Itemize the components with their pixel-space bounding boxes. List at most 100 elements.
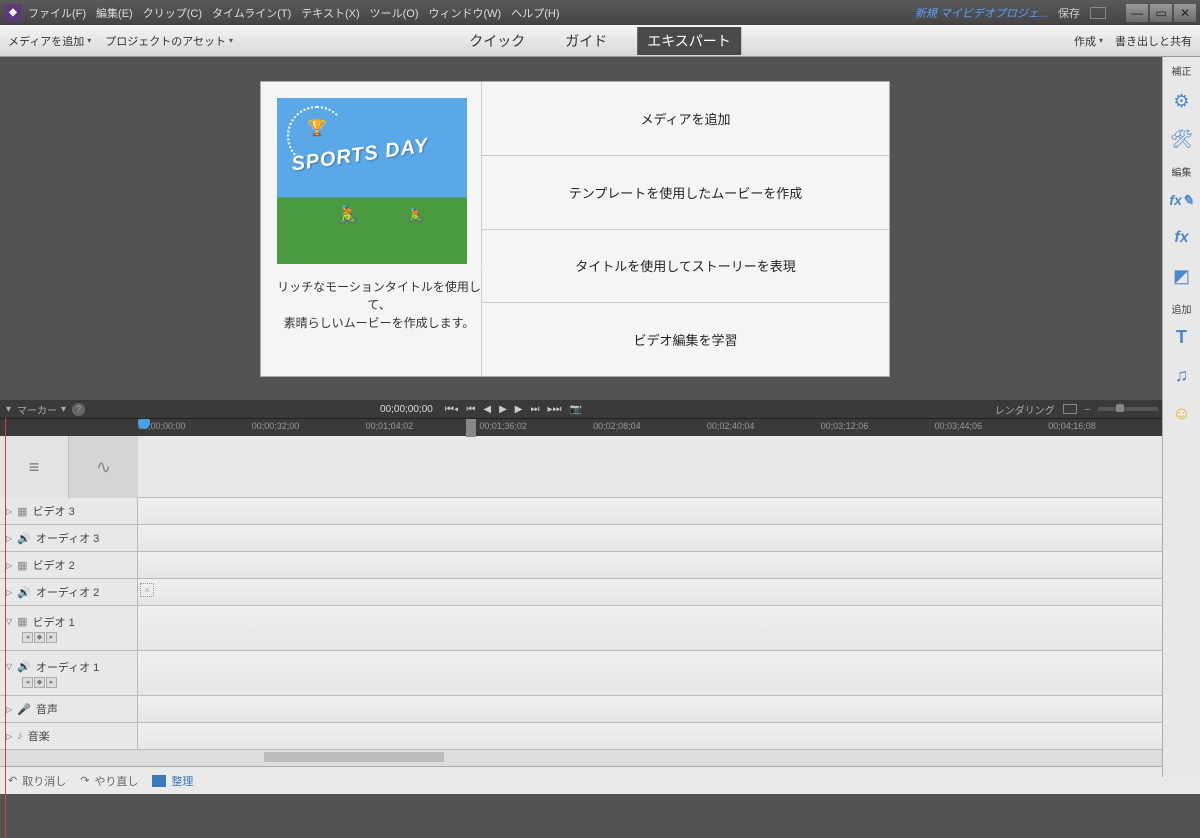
welcome-row-title-story[interactable]: タイトルを使用してストーリーを表現 — [482, 230, 889, 304]
menu-edit[interactable]: 編集(E) — [96, 5, 133, 21]
bike-icon: 🚴 — [407, 207, 424, 224]
expand-icon[interactable]: ▽ — [6, 617, 12, 626]
project-name: 新規 マイビデオプロジェ... — [915, 5, 1048, 21]
track-header[interactable]: ▷🔊オーディオ 2 — [0, 579, 138, 605]
add-media-dropdown[interactable]: メディアを追加 — [8, 33, 91, 49]
timeline-ruler[interactable]: 00;00;00;0000;00;32;0000;01;04;0200;01;3… — [0, 418, 1200, 436]
welcome-row-learn[interactable]: ビデオ編集を学習 — [482, 303, 889, 376]
grid-icon — [152, 775, 166, 787]
export-share-button[interactable]: 書き出しと共有 — [1115, 33, 1192, 49]
hscroll-thumb[interactable] — [264, 752, 444, 762]
mode-guide[interactable]: ガイド — [555, 27, 617, 55]
fx-icon[interactable]: fx — [1169, 225, 1195, 251]
menu-window[interactable]: ウィンドウ(W) — [429, 5, 502, 21]
next-edit-button[interactable]: ⏭ — [530, 404, 539, 415]
menu-tools[interactable]: ツール(O) — [370, 5, 419, 21]
step-back-button[interactable]: ◀ — [483, 404, 491, 415]
track-lane[interactable] — [138, 651, 1162, 695]
track-lane[interactable] — [138, 696, 1162, 722]
welcome-thumbnail: 🏆 SPORTS DAY 🚴 🚴 — [277, 98, 467, 264]
expand-icon[interactable]: ▽ — [6, 662, 12, 671]
expand-icon[interactable]: ▷ — [6, 588, 12, 597]
expand-icon[interactable]: ▷ — [6, 732, 12, 741]
clip-placeholder[interactable]: × — [140, 583, 154, 597]
kf-prev-icon[interactable]: ◂ — [22, 677, 33, 688]
track-row: ▷▦ビデオ 2 — [0, 552, 1162, 579]
kf-prev-icon[interactable]: ◂ — [22, 632, 33, 643]
help-icon[interactable]: ? — [72, 403, 85, 416]
timeline-view-b-button[interactable]: ∿ — [69, 436, 138, 498]
music-icon[interactable]: ♫ — [1169, 362, 1195, 388]
timeline-collapse-icon[interactable]: ▾ — [6, 404, 11, 415]
track-lane[interactable] — [138, 606, 1162, 650]
kf-add-icon[interactable]: ◆ — [34, 632, 45, 643]
timeline-view-a-button[interactable]: ≡ — [0, 436, 69, 498]
wrench-icon[interactable]: 🛠 — [1169, 126, 1195, 152]
close-button[interactable]: ✕ — [1174, 4, 1196, 22]
track-header[interactable]: ▷🎤音声 — [0, 696, 138, 722]
menu-clip[interactable]: クリップ(C) — [143, 5, 202, 21]
ruler-tick: 00;00;32;00 — [252, 421, 300, 431]
expand-icon[interactable]: ▷ — [6, 561, 12, 570]
track-lane[interactable] — [138, 498, 1162, 524]
expand-icon[interactable]: ▷ — [6, 507, 12, 516]
playhead-line — [5, 418, 6, 838]
track-header[interactable]: ▽🔊オーディオ 1◂◆▸ — [0, 651, 138, 695]
titlebar: ◈ ファイル(F) 編集(E) クリップ(C) タイムライン(T) テキスト(X… — [0, 0, 1200, 25]
track-header[interactable]: ▷♪音楽 — [0, 723, 138, 749]
expand-icon[interactable]: ▷ — [6, 705, 12, 714]
zoom-out-icon[interactable]: – — [1085, 404, 1091, 415]
track-header[interactable]: ▷🔊オーディオ 3 — [0, 525, 138, 551]
track-header[interactable]: ▷▦ビデオ 3 — [0, 498, 138, 524]
sliders-icon[interactable]: ⚙ — [1169, 88, 1195, 114]
kf-next-icon[interactable]: ▸ — [46, 677, 57, 688]
welcome-row-add-media[interactable]: メディアを追加 — [482, 82, 889, 156]
welcome-row-template[interactable]: テンプレートを使用したムービーを作成 — [482, 156, 889, 230]
track-type-icon: 🎤 — [17, 703, 31, 716]
track-lane[interactable]: × — [138, 579, 1162, 605]
maximize-button[interactable]: ▭ — [1150, 4, 1172, 22]
prev-edit-button[interactable]: ⏮ — [466, 404, 475, 415]
goto-start-button[interactable]: ⏮◂ — [445, 404, 459, 415]
monitor-icon[interactable] — [1090, 7, 1106, 19]
track-lane[interactable] — [138, 525, 1162, 551]
text-icon[interactable]: T — [1169, 324, 1195, 350]
fx-pen-icon[interactable]: fx✎ — [1169, 187, 1195, 213]
mode-quick[interactable]: クイック — [459, 27, 535, 55]
track-header[interactable]: ▽▦ビデオ 1◂◆▸ — [0, 606, 138, 650]
minimize-button[interactable]: — — [1126, 4, 1148, 22]
smiley-icon[interactable]: ☺ — [1169, 400, 1195, 426]
zoom-slider[interactable] — [1098, 407, 1158, 411]
menu-text[interactable]: テキスト(X) — [301, 5, 359, 21]
create-dropdown[interactable]: 作成 — [1074, 33, 1103, 49]
work-area-marker[interactable] — [466, 419, 476, 437]
ruler-tick: 00;01;04;02 — [366, 421, 414, 431]
track-lane[interactable] — [138, 723, 1162, 749]
kf-next-icon[interactable]: ▸ — [46, 632, 57, 643]
timeline-hscroll[interactable] — [0, 750, 1162, 766]
undo-button[interactable]: ↶ 取り消し — [8, 773, 66, 789]
snapshot-button[interactable]: 📷 — [570, 404, 582, 415]
save-button[interactable]: 保存 — [1058, 5, 1080, 21]
track-type-icon: 🔊 — [17, 532, 31, 545]
markers-dropdown[interactable]: マーカー ▾ — [17, 402, 66, 417]
transitions-icon[interactable]: ◩ — [1169, 263, 1195, 289]
track-lane[interactable] — [138, 552, 1162, 578]
menu-timeline[interactable]: タイムライン(T) — [212, 5, 291, 21]
current-time[interactable]: 00;00;00;00 — [380, 404, 433, 415]
step-fwd-button[interactable]: ▶ — [515, 404, 523, 415]
mode-tabs: クイック ガイド エキスパート — [459, 27, 741, 55]
menu-help[interactable]: ヘルプ(H) — [511, 5, 559, 21]
menu-file[interactable]: ファイル(F) — [28, 5, 86, 21]
safe-margins-icon[interactable] — [1063, 404, 1077, 414]
goto-end-button[interactable]: ▸⏭ — [547, 404, 561, 415]
mode-expert[interactable]: エキスパート — [637, 27, 741, 55]
organize-button[interactable]: 整理 — [152, 773, 193, 789]
expand-icon[interactable]: ▷ — [6, 534, 12, 543]
kf-add-icon[interactable]: ◆ — [34, 677, 45, 688]
track-header[interactable]: ▷▦ビデオ 2 — [0, 552, 138, 578]
project-assets-dropdown[interactable]: プロジェクトのアセット — [105, 33, 233, 49]
play-button[interactable]: ▶ — [499, 404, 507, 415]
render-button[interactable]: レンダリング — [995, 402, 1055, 417]
redo-button[interactable]: ↷ やり直し — [80, 773, 138, 789]
